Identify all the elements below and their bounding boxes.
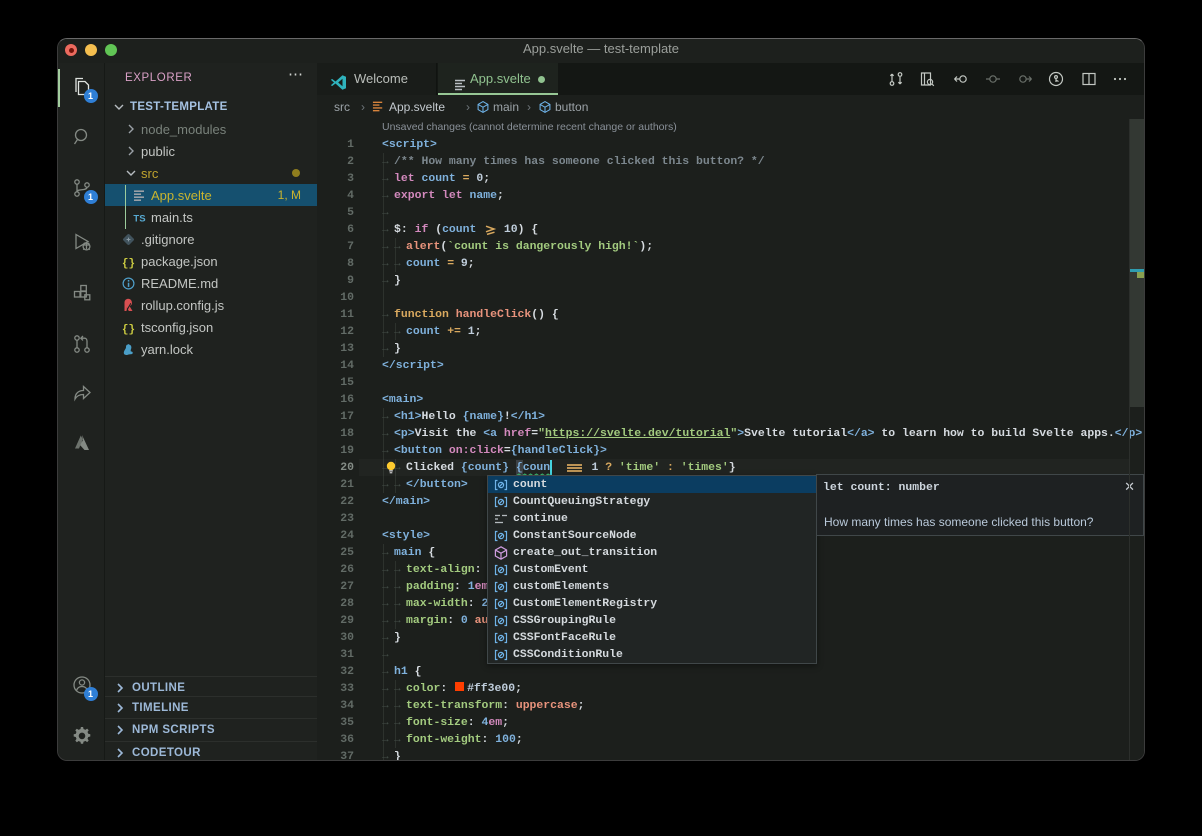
svg-text:{}: {}: [122, 257, 135, 268]
svg-text:{}: {}: [122, 323, 135, 334]
svg-text:TS: TS: [133, 213, 145, 224]
